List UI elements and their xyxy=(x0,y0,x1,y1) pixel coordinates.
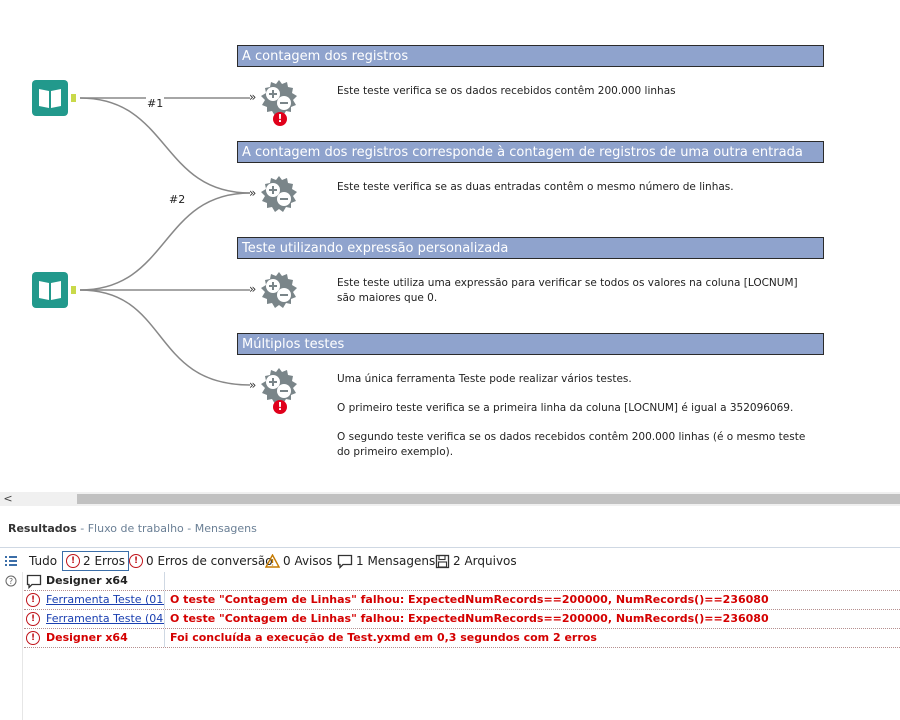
row-source-link[interactable]: Ferramenta Teste (04) xyxy=(46,610,164,628)
table-row[interactable]: ! Ferramenta Teste (04) O teste "Contage… xyxy=(24,610,900,629)
book-input-icon xyxy=(32,272,76,308)
input-anchor-test-3[interactable]: » xyxy=(249,282,256,296)
connection-1-to-test2[interactable] xyxy=(79,97,251,194)
canvas-horizontal-scrollbar[interactable]: < xyxy=(0,492,900,506)
connection-2-to-test4[interactable] xyxy=(79,289,251,386)
container-description-2: Este teste verifica se as duas entradas … xyxy=(337,180,817,195)
column-divider xyxy=(164,629,165,647)
test-tool-3[interactable] xyxy=(259,270,299,310)
container-description-4: Uma única ferramenta Teste pode realizar… xyxy=(337,372,817,460)
filter-messages-label: 1 Mensagens xyxy=(356,554,436,568)
filter-conversion-errors-label: 0 Erros de conversão xyxy=(146,554,273,568)
input-anchor-test-2[interactable]: » xyxy=(249,186,256,200)
connection-2-to-test2[interactable] xyxy=(79,192,251,291)
divider xyxy=(0,547,900,548)
scrollbar-thumb[interactable] xyxy=(77,494,900,504)
input-data-tool-1[interactable] xyxy=(32,80,76,116)
column-divider xyxy=(164,572,165,590)
error-icon: ! xyxy=(129,554,143,568)
results-title: Resultados - Fluxo de trabalho - Mensage… xyxy=(8,522,257,535)
container-description-3: Este teste utiliza uma expressão para ve… xyxy=(337,276,807,306)
filter-all[interactable]: Tudo xyxy=(29,551,57,571)
input-anchor-test-1[interactable]: » xyxy=(249,90,256,104)
results-filter-bar: Tudo ! 2 Erros ! 0 Erros de conversão 0 … xyxy=(0,550,900,572)
help-icon[interactable]: ? xyxy=(5,575,17,587)
filter-messages[interactable]: 1 Mensagens xyxy=(337,551,435,571)
container-header-row-count[interactable]: A contagem dos registros xyxy=(237,45,824,67)
row-source: Designer x64 xyxy=(46,631,128,644)
error-icon: ! xyxy=(273,400,287,414)
filter-errors[interactable]: ! 2 Erros xyxy=(62,551,130,571)
column-divider xyxy=(164,591,165,609)
container-header-custom-expression[interactable]: Teste utilizando expressão personalizada xyxy=(237,237,824,259)
row-source-link[interactable]: Ferramenta Teste (01) xyxy=(46,591,164,609)
error-icon: ! xyxy=(66,554,80,568)
container-header-row-count-match[interactable]: A contagem dos registros corresponde à c… xyxy=(237,141,824,163)
list-view-icon[interactable] xyxy=(4,554,18,568)
filter-errors-label: 2 Erros xyxy=(83,554,126,568)
results-breadcrumb: - Fluxo de trabalho - Mensagens xyxy=(76,522,257,535)
filter-conversion-errors[interactable]: ! 0 Erros de conversão xyxy=(129,551,273,571)
workflow-canvas[interactable]: #1 #2 A contagem dos registros A contage… xyxy=(0,0,900,492)
container-description-1: Este teste verifica se os dados recebido… xyxy=(337,84,817,99)
svg-text:?: ? xyxy=(9,577,13,586)
results-panel: Resultados - Fluxo de trabalho - Mensage… xyxy=(0,506,900,720)
container-header-multiple-tests[interactable]: Múltiplos testes xyxy=(237,333,824,355)
results-side-strip: ? xyxy=(0,572,23,720)
input-anchor-test-4[interactable]: » xyxy=(249,378,256,392)
table-row[interactable]: ! Ferramenta Teste (01) O teste "Contage… xyxy=(24,591,900,610)
results-title-label: Resultados xyxy=(8,522,77,535)
description-text: O primeiro teste verifica se a primeira … xyxy=(337,402,794,414)
row-message: O teste "Contagem de Linhas" falhou: Exp… xyxy=(170,593,769,606)
error-icon: ! xyxy=(26,631,40,645)
description-text: Este teste verifica se as duas entradas … xyxy=(337,181,734,193)
table-row[interactable]: Designer x64 xyxy=(24,572,900,591)
column-divider xyxy=(164,610,165,628)
connection-label-1: #1 xyxy=(146,97,165,110)
test-tool-2[interactable] xyxy=(259,174,299,214)
filter-files[interactable]: 2 Arquivos xyxy=(435,551,517,571)
error-icon: ! xyxy=(26,612,40,626)
save-file-icon xyxy=(435,554,450,568)
message-icon xyxy=(26,574,42,589)
filter-warnings-label: 0 Avisos xyxy=(283,554,333,568)
description-text: O segundo teste verifica se os dados rec… xyxy=(337,431,806,458)
row-message: O teste "Contagem de Linhas" falhou: Exp… xyxy=(170,612,769,625)
message-icon xyxy=(337,554,353,569)
table-row[interactable]: ! Designer x64 Foi concluída a execução … xyxy=(24,629,900,648)
book-input-icon xyxy=(32,80,76,116)
error-icon: ! xyxy=(273,112,287,126)
connection-label-2: #2 xyxy=(168,193,187,206)
description-text: Este teste verifica se os dados recebido… xyxy=(337,85,676,97)
row-source: Designer x64 xyxy=(46,574,128,587)
filter-warnings[interactable]: 0 Avisos xyxy=(265,551,332,571)
scroll-left-arrow-icon[interactable]: < xyxy=(2,492,14,506)
test-plus-minus-icon xyxy=(261,176,297,212)
test-plus-minus-icon xyxy=(261,272,297,308)
description-text: Este teste utiliza uma expressão para ve… xyxy=(337,277,798,304)
input-data-tool-2[interactable] xyxy=(32,272,76,308)
filter-files-label: 2 Arquivos xyxy=(453,554,517,568)
row-message: Foi concluída a execução de Test.yxmd em… xyxy=(170,631,597,644)
description-text: Uma única ferramenta Teste pode realizar… xyxy=(337,373,632,385)
error-icon: ! xyxy=(26,593,40,607)
warning-icon xyxy=(265,554,280,568)
